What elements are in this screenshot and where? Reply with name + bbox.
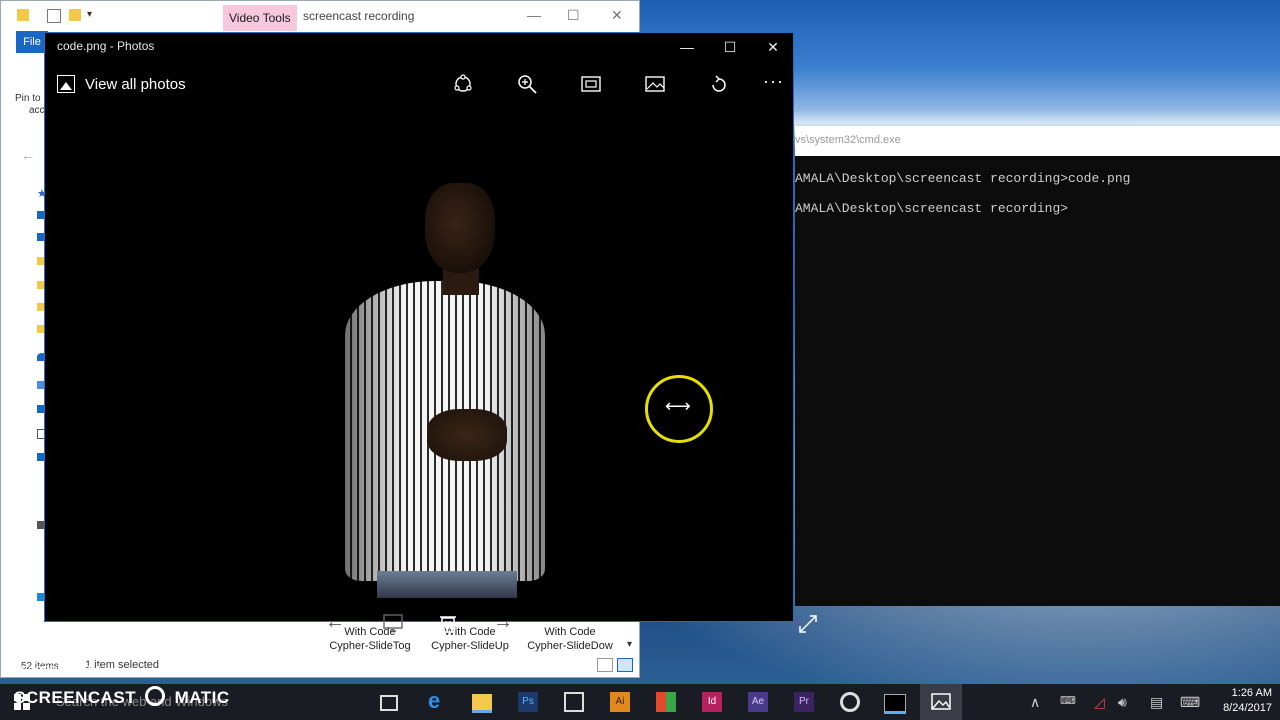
pin-to-quick-access[interactable]: Pin to acc bbox=[15, 93, 45, 117]
cmd-titlebar: vs\system32\cmd.exe bbox=[795, 126, 1280, 156]
photos-icon bbox=[57, 75, 75, 93]
resize-cursor-icon: ⟷ bbox=[665, 396, 691, 416]
large-icons-view-icon[interactable] bbox=[617, 658, 633, 672]
minimize-icon[interactable]: — bbox=[672, 36, 702, 58]
clock-time: 1:26 AM bbox=[1231, 687, 1272, 699]
view-all-photos-label: View all photos bbox=[85, 75, 186, 93]
screencast-o-matic-icon[interactable] bbox=[840, 692, 860, 712]
premiere-icon[interactable]: Pr bbox=[794, 692, 814, 712]
view-all-photos-button[interactable]: View all photos bbox=[57, 73, 186, 95]
zoom-icon[interactable] bbox=[516, 73, 538, 95]
file-name-line2: Cypher-SlideDow bbox=[527, 640, 613, 652]
edge-browser-icon[interactable]: e bbox=[428, 688, 448, 713]
close-icon[interactable]: ✕ bbox=[758, 36, 788, 58]
photos-icon bbox=[931, 693, 951, 710]
pin-label-line1: Pin to bbox=[15, 93, 41, 104]
store-icon[interactable] bbox=[564, 692, 584, 712]
file-item[interactable]: With Code Cypher-SlideDow bbox=[520, 625, 620, 653]
maximize-icon[interactable]: ☐ bbox=[567, 7, 580, 24]
properties-icon[interactable] bbox=[47, 9, 61, 23]
action-center-icon[interactable]: ▤ bbox=[1150, 694, 1163, 711]
maximize-icon[interactable]: ☐ bbox=[715, 36, 745, 58]
close-icon[interactable]: ✕ bbox=[611, 7, 623, 24]
photo-jeans bbox=[377, 571, 517, 598]
next-arrow-icon[interactable]: → bbox=[493, 611, 517, 635]
clock-date: 8/24/2017 bbox=[1223, 702, 1272, 714]
delete-icon[interactable] bbox=[436, 611, 460, 635]
screencast-watermark: SCREENCAST MATIC bbox=[14, 686, 230, 708]
after-effects-icon[interactable]: Ae bbox=[748, 692, 768, 712]
new-folder-icon[interactable] bbox=[69, 9, 81, 21]
network-status-icon[interactable]: ◿ bbox=[1094, 694, 1105, 711]
explorer-window-title: screencast recording bbox=[303, 9, 415, 23]
cmd-line: AMALA\Desktop\screencast recording>code.… bbox=[795, 171, 1131, 186]
edit-photo-icon[interactable] bbox=[644, 73, 666, 95]
displayed-photo bbox=[315, 183, 545, 598]
cmd-taskbar-icon[interactable] bbox=[884, 694, 906, 714]
back-arrow-icon[interactable]: ← bbox=[21, 147, 35, 163]
indesign-icon[interactable]: Id bbox=[702, 692, 722, 712]
explorer-titlebar: ▾ Video Tools screencast recording — ☐ ✕ bbox=[1, 1, 639, 31]
video-tools-tab[interactable]: Video Tools bbox=[223, 5, 297, 31]
photo-head bbox=[425, 183, 495, 273]
rotate-icon[interactable] bbox=[708, 73, 730, 95]
photos-app-window: code.png - Photos — ☐ ✕ View all photos … bbox=[44, 32, 817, 633]
cmd-title: vs\system32\cmd.exe bbox=[795, 134, 901, 146]
volume-icon[interactable]: 🔊︎ bbox=[1118, 694, 1127, 711]
more-options-icon[interactable]: ··· bbox=[763, 71, 784, 92]
touch-keyboard-icon[interactable]: ⌨ bbox=[1180, 694, 1200, 711]
watermark-brand-left: SCREENCAST bbox=[14, 688, 137, 707]
watermark-brand-right: MATIC bbox=[174, 688, 230, 707]
photos-window-title: code.png - Photos bbox=[57, 39, 155, 53]
illustrator-icon[interactable]: Ai bbox=[610, 692, 630, 712]
minimize-icon[interactable]: — bbox=[527, 7, 541, 23]
share-icon[interactable] bbox=[452, 73, 474, 95]
details-view-icon[interactable] bbox=[597, 658, 613, 672]
office-icon[interactable] bbox=[656, 692, 676, 712]
photos-titlebar: code.png - Photos — ☐ ✕ bbox=[45, 33, 793, 59]
folder-icon[interactable] bbox=[17, 9, 29, 21]
full-screen-icon[interactable] bbox=[797, 613, 819, 635]
quick-access-dropdown-icon[interactable]: ▾ bbox=[87, 9, 99, 21]
previous-arrow-icon[interactable]: ← bbox=[325, 611, 349, 635]
photoshop-icon[interactable]: Ps bbox=[518, 692, 538, 712]
slideshow-icon[interactable] bbox=[580, 73, 602, 95]
photo-hands bbox=[427, 409, 507, 461]
recorded-with-label: RECORDED WITH bbox=[14, 665, 100, 676]
cmd-prompt: AMALA\Desktop\screencast recording> bbox=[795, 201, 1069, 216]
show-hidden-icons-icon[interactable]: ∧ bbox=[1030, 694, 1040, 711]
record-icon bbox=[145, 686, 166, 706]
file-name-line2: Cypher-SlideUp bbox=[431, 640, 509, 652]
command-prompt-window[interactable]: vs\system32\cmd.exe AMALA\Desktop\screen… bbox=[795, 126, 1280, 606]
keyboard-language-icon[interactable]: ⌨ bbox=[1060, 694, 1076, 707]
file-name-line1: With Code bbox=[544, 626, 596, 638]
file-explorer-taskbar-icon[interactable] bbox=[472, 694, 492, 713]
scroll-down-icon[interactable]: ▾ bbox=[627, 639, 632, 650]
file-name-line2: Cypher-SlideTog bbox=[329, 640, 411, 652]
task-view-icon[interactable] bbox=[380, 695, 398, 711]
set-as-icon[interactable] bbox=[381, 611, 405, 635]
photos-taskbar-item[interactable] bbox=[920, 684, 962, 720]
system-clock[interactable]: 1:26 AM 8/24/2017 bbox=[1208, 686, 1272, 716]
pin-label-line2: acc bbox=[29, 105, 45, 116]
